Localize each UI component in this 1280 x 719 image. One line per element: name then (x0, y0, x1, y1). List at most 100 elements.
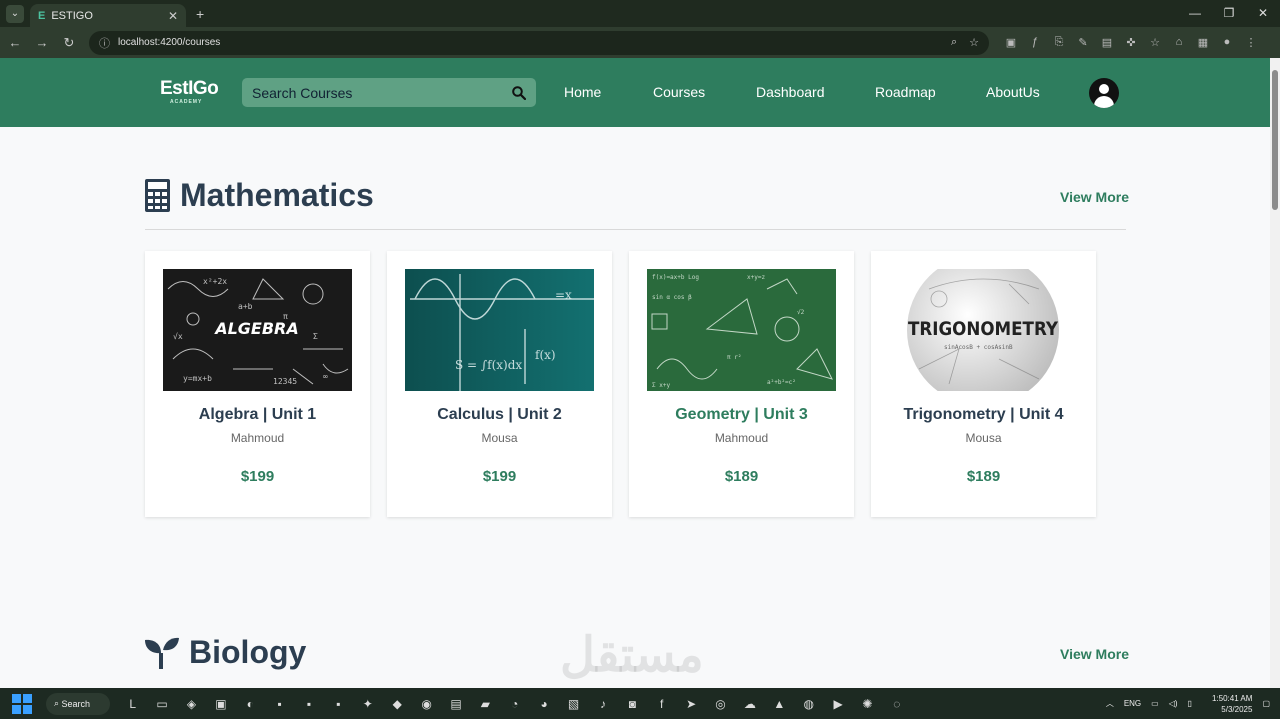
url-text: localhost:4200/courses (118, 37, 221, 48)
search-icon[interactable] (512, 85, 526, 100)
view-more-biology-link[interactable]: View More (1060, 646, 1129, 662)
tiktok-icon[interactable]: ♪ (588, 697, 617, 711)
course-card-algebra[interactable]: x²+2x π √x Σy=mx+b 12345 a+b ∞ ALGEBRA Algeb… (145, 251, 370, 517)
store-icon[interactable]: ▣ (206, 697, 235, 711)
course-thumbnail: S = ∫f(x)dx f(x) =x (405, 269, 594, 391)
logo-subtext: ACADEMY (170, 99, 203, 105)
nav-dashboard[interactable]: Dashboard (756, 84, 825, 100)
svg-text:=x: =x (555, 288, 572, 302)
course-title[interactable]: Trigonometry | Unit 4 (871, 406, 1096, 424)
network-icon[interactable]: ▭ (1151, 699, 1159, 708)
close-tab-icon[interactable]: ✕ (168, 9, 178, 23)
close-window-icon[interactable]: ✕ (1246, 0, 1280, 27)
soundcloud-icon[interactable]: ☁ (735, 697, 764, 711)
bookmark-star-icon[interactable]: ☆ (969, 36, 979, 49)
nav-roadmap[interactable]: Roadmap (875, 84, 936, 100)
svg-text:12345: 12345 (273, 377, 297, 386)
back-icon[interactable]: ← (3, 35, 27, 50)
tray-overflow-icon[interactable]: ︿ (1106, 698, 1114, 709)
course-title[interactable]: Algebra | Unit 1 (145, 406, 370, 424)
page-scrollbar[interactable] (1270, 58, 1280, 688)
language-indicator[interactable]: ENG (1124, 699, 1141, 708)
vscode-icon[interactable]: ◆ (383, 697, 412, 711)
terminal-icon[interactable]: ▭ (147, 697, 176, 711)
site-info-icon[interactable]: ⓘ (99, 35, 110, 51)
svg-text:√x: √x (173, 332, 183, 341)
brave-icon[interactable]: ▲ (765, 697, 794, 711)
svg-text:f(x): f(x) (535, 348, 556, 362)
new-tab-icon[interactable]: + (196, 6, 204, 22)
spotify-icon[interactable]: ◎ (706, 697, 735, 711)
course-card-trigonometry[interactable]: TRIGONOMETRY sinAcosB + cosAsinB Trigono… (871, 251, 1096, 517)
premiere-icon[interactable]: ▪ (294, 697, 323, 711)
notion-icon[interactable]: ▤ (441, 697, 470, 711)
calculator-icon (145, 179, 170, 212)
extension-icon[interactable]: ▣ (999, 36, 1023, 49)
telegram-icon[interactable]: ➤ (676, 697, 705, 711)
font-extension-icon[interactable]: ƒ (1023, 36, 1047, 49)
whatsapp-icon[interactable]: ◌ (882, 697, 911, 711)
chatgpt-icon[interactable]: ✺ (853, 697, 882, 711)
snapchat-icon[interactable]: ◕ (529, 697, 558, 711)
url-input[interactable]: ⓘ localhost:4200/courses ⌕ ☆ (89, 30, 989, 55)
section-heading: Biology (189, 634, 307, 670)
section-title-biology: Biology (145, 634, 306, 671)
forward-icon[interactable]: → (30, 35, 54, 50)
volume-icon[interactable]: ◁) (1169, 699, 1178, 708)
tab-search-button[interactable]: ⌄ (6, 4, 24, 23)
search-bar[interactable]: Search Courses (242, 78, 536, 107)
pen-extension-icon[interactable]: ✎ (1071, 36, 1095, 49)
save-icon[interactable]: ⌂ (1167, 36, 1191, 49)
svg-text:x²+2x: x²+2x (203, 277, 227, 286)
browser-tab[interactable]: E ESTIGO ✕ (30, 4, 186, 27)
course-title[interactable]: Geometry | Unit 3 (629, 406, 854, 424)
course-price: $199 (240, 468, 275, 485)
nav-aboutus[interactable]: AboutUs (986, 84, 1040, 100)
copilot-icon[interactable]: ◈ (177, 697, 206, 711)
photoshop-icon[interactable]: ▪ (265, 697, 294, 711)
apps-icon[interactable]: ▦ (1191, 36, 1215, 49)
messenger-icon[interactable]: ◔ (500, 697, 529, 711)
nav-home[interactable]: Home (564, 84, 601, 100)
twitter-icon[interactable]: ▧ (559, 697, 588, 711)
minimize-icon[interactable]: — (1178, 0, 1212, 27)
folder-icon[interactable]: ▰ (471, 697, 500, 711)
menu-icon[interactable]: ⋮ (1239, 36, 1263, 49)
facebook-icon[interactable]: f (647, 697, 676, 711)
course-title[interactable]: Calculus | Unit 2 (387, 406, 612, 424)
taskbar-search[interactable]: ⌕ Search (46, 692, 110, 715)
app-l-icon[interactable]: L (118, 697, 147, 711)
instagram-icon[interactable]: ◙ (618, 697, 647, 711)
nav-courses[interactable]: Courses (653, 84, 705, 100)
clock[interactable]: 1:50:41 AM 5/3/2025 (1202, 693, 1252, 715)
course-price: $199 (482, 468, 517, 485)
view-more-mathematics-link[interactable]: View More (1060, 189, 1129, 205)
scrollbar-thumb[interactable] (1272, 70, 1278, 210)
youtube-icon[interactable]: ▶ (823, 697, 852, 711)
discord-icon[interactable]: ◉ (412, 697, 441, 711)
app-star-icon[interactable]: ✦ (353, 697, 382, 711)
course-card-calculus[interactable]: S = ∫f(x)dx f(x) =x Calculus | Unit 2 Mous… (387, 251, 612, 517)
reload-icon[interactable]: ↻ (57, 35, 81, 51)
battery-icon[interactable]: ▯ (1188, 699, 1192, 708)
doc-extension-icon[interactable]: ▤ (1095, 36, 1119, 49)
user-avatar-icon[interactable] (1089, 78, 1119, 108)
svg-text:Σ x+y: Σ x+y (652, 382, 670, 389)
profile-icon[interactable]: ● (1215, 36, 1239, 49)
notifications-icon[interactable]: ▢ (1262, 699, 1270, 708)
zoom-icon[interactable]: ⌕ (951, 36, 957, 49)
chrome-icon[interactable]: ◍ (794, 697, 823, 711)
svg-text:a+b: a+b (238, 302, 253, 311)
course-thumbnail: TRIGONOMETRY sinAcosB + cosAsinB (889, 269, 1078, 391)
edge-icon[interactable]: ◐ (236, 697, 265, 711)
site-logo[interactable]: EstIGo ACADEMY (160, 78, 219, 105)
bookmarks-icon[interactable]: ☆ (1143, 36, 1167, 49)
course-card-geometry[interactable]: f(x)=ax+b Log x+y=z sin α cos β π r² a²+b²=… (629, 251, 854, 517)
translate-icon[interactable]: ⎘ (1047, 36, 1071, 49)
ps-icon[interactable]: ▪ (324, 697, 353, 711)
svg-text:π r²: π r² (727, 354, 741, 361)
puzzle-icon[interactable]: ✜ (1119, 36, 1143, 49)
search-input[interactable]: Search Courses (252, 85, 512, 101)
maximize-icon[interactable]: ❐ (1212, 0, 1246, 27)
windows-start-icon[interactable] (12, 693, 32, 714)
